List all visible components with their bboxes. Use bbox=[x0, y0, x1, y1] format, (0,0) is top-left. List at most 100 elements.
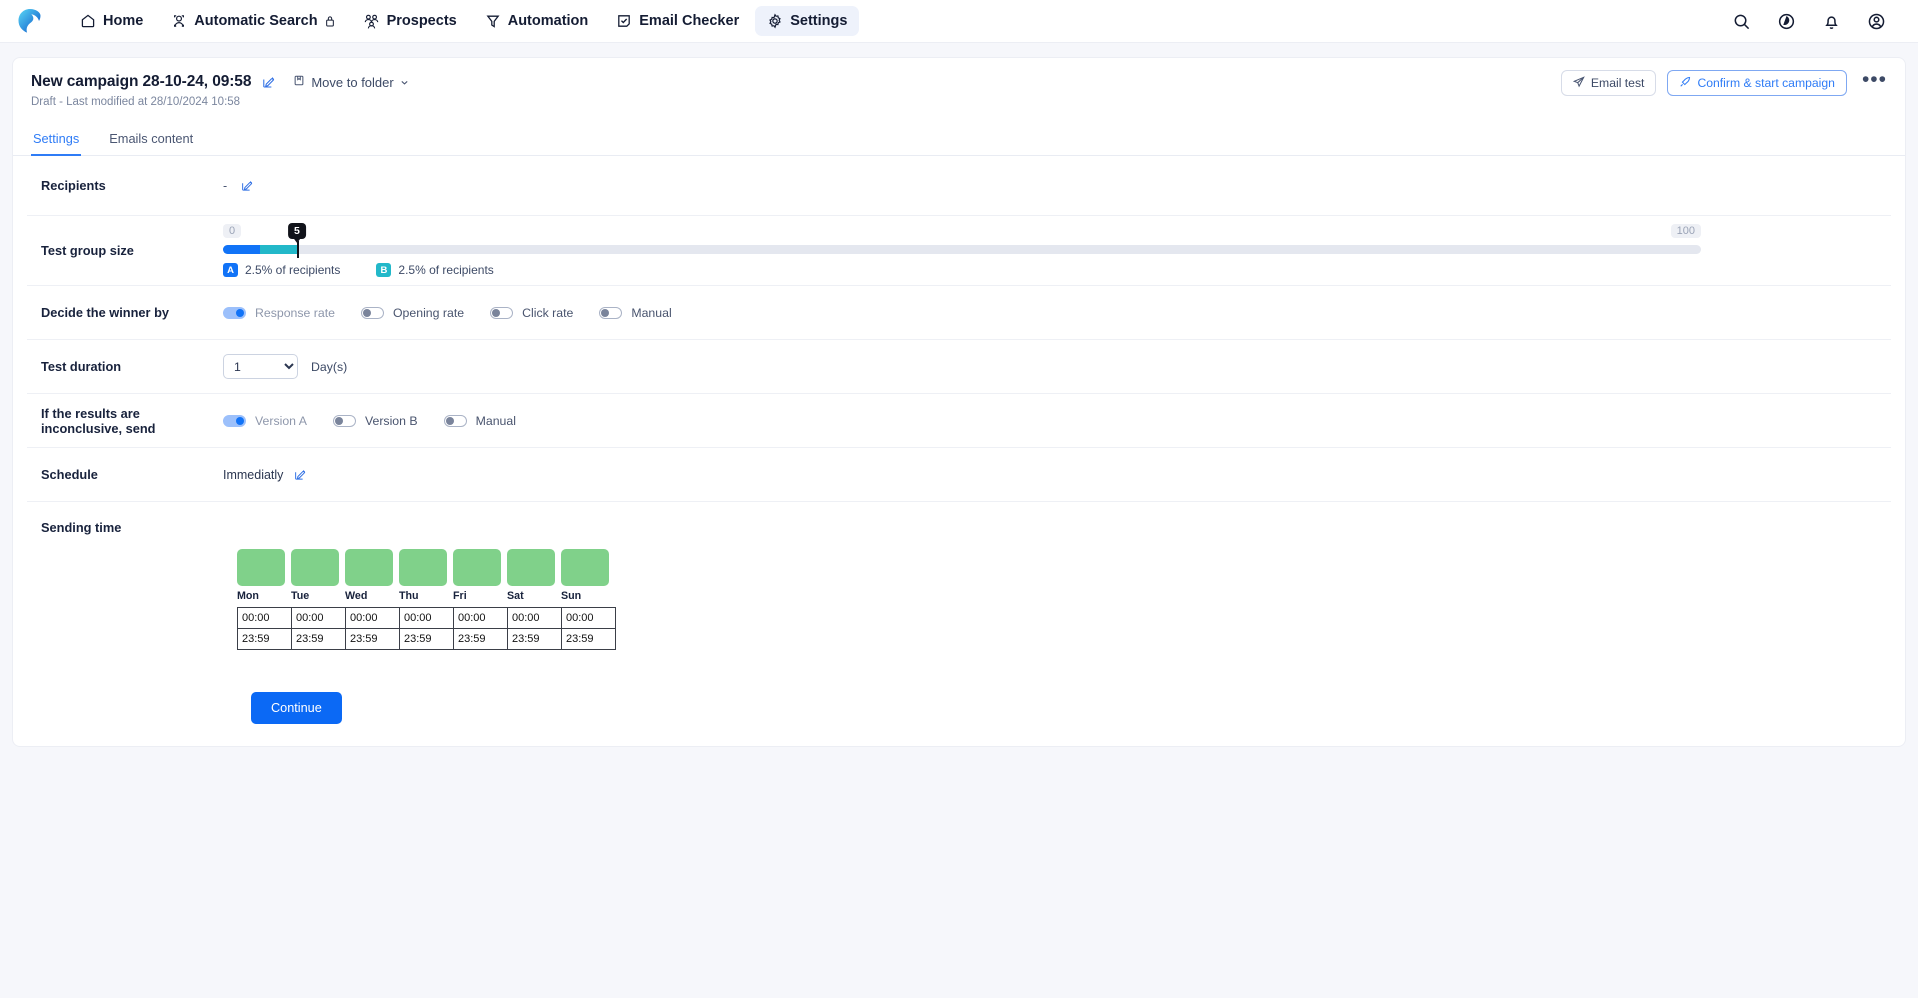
campaign-header: New campaign 28-10-24, 09:58 Move to fol… bbox=[13, 58, 1905, 109]
end-time-fri[interactable] bbox=[454, 629, 507, 649]
move-to-folder-label: Move to folder bbox=[311, 74, 394, 90]
toggle-switch[interactable] bbox=[223, 306, 246, 319]
recipients-label: Recipients bbox=[41, 178, 106, 193]
start-time-thu[interactable] bbox=[400, 608, 453, 628]
row-recipients: Recipients - bbox=[27, 156, 1891, 216]
toggle-manual-winner[interactable]: Manual bbox=[599, 306, 672, 320]
toggle-switch[interactable] bbox=[490, 306, 514, 319]
inconclusive-toggles: Version A Version B Manual bbox=[223, 414, 516, 428]
legend-item-a: A 2.5% of recipients bbox=[223, 263, 340, 277]
start-time-mon[interactable] bbox=[238, 608, 291, 628]
row-decide-winner: Decide the winner by Response rate Openi… bbox=[27, 286, 1891, 340]
day-column: Thu bbox=[399, 549, 447, 602]
row-test-group-size: Test group size 0 100 5 A 2.5% of recipi… bbox=[27, 216, 1891, 286]
continue-button[interactable]: Continue bbox=[251, 692, 342, 724]
end-time-sat[interactable] bbox=[508, 629, 561, 649]
test-group-size-slider[interactable]: 0 100 5 A 2.5% of recipients B 2.5% of r… bbox=[223, 223, 1891, 277]
day-toggle-sun[interactable] bbox=[561, 549, 609, 586]
day-column: Wed bbox=[345, 549, 393, 602]
start-time-tue[interactable] bbox=[292, 608, 345, 628]
nav-item-automatic-search[interactable]: Automatic Search bbox=[159, 6, 346, 36]
lock-icon bbox=[325, 15, 335, 27]
nav-item-automation[interactable]: Automation bbox=[473, 6, 601, 36]
day-toggle-wed[interactable] bbox=[345, 549, 393, 586]
person-search-icon bbox=[171, 13, 187, 29]
navbar-right-actions bbox=[1732, 12, 1894, 31]
sending-time-label: Sending time bbox=[41, 520, 122, 535]
day-name: Thu bbox=[399, 590, 419, 602]
top-navbar: Home Automatic Search Prospects Automati… bbox=[0, 0, 1918, 43]
app-logo-icon[interactable] bbox=[16, 7, 44, 35]
slider-track[interactable] bbox=[223, 241, 1701, 258]
end-time-mon[interactable] bbox=[238, 629, 291, 649]
toggle-switch[interactable] bbox=[599, 306, 623, 319]
nav-item-label: Home bbox=[103, 13, 144, 29]
edit-icon[interactable] bbox=[262, 76, 275, 89]
toggle-switch[interactable] bbox=[332, 414, 356, 427]
legend-item-b: B 2.5% of recipients bbox=[376, 263, 494, 277]
settings-form: Recipients - Test group size 0 100 5 A 2… bbox=[13, 156, 1905, 724]
tab-emails-content[interactable]: Emails content bbox=[107, 125, 195, 156]
bell-icon[interactable] bbox=[1822, 12, 1841, 31]
start-time-wed[interactable] bbox=[346, 608, 399, 628]
start-time-sun[interactable] bbox=[562, 608, 615, 628]
search-icon[interactable] bbox=[1732, 12, 1751, 31]
slider-fill-a bbox=[223, 245, 260, 254]
slider-min-label: 0 bbox=[223, 224, 242, 238]
day-toggle-fri[interactable] bbox=[453, 549, 501, 586]
test-duration-suffix: Day(s) bbox=[311, 359, 348, 374]
decide-winner-toggles: Response rate Opening rate Click rate Ma… bbox=[223, 306, 672, 320]
test-duration-label: Test duration bbox=[41, 359, 122, 374]
toggle-response-rate[interactable]: Response rate bbox=[223, 306, 335, 320]
chevron-down-icon bbox=[400, 75, 409, 90]
toggle-label: Version B bbox=[364, 413, 418, 428]
account-icon[interactable] bbox=[1867, 12, 1886, 31]
tab-label: Settings bbox=[33, 131, 80, 146]
end-time-tue[interactable] bbox=[292, 629, 345, 649]
toggle-version-b[interactable]: Version B bbox=[332, 413, 418, 428]
tab-settings[interactable]: Settings bbox=[31, 125, 82, 156]
start-time-fri[interactable] bbox=[454, 608, 507, 628]
end-time-thu[interactable] bbox=[400, 629, 453, 649]
start-time-sat[interactable] bbox=[508, 608, 561, 628]
day-toggle-tue[interactable] bbox=[291, 549, 339, 586]
end-time-sun[interactable] bbox=[562, 629, 615, 649]
nav-item-home[interactable]: Home bbox=[68, 6, 155, 36]
toggle-label: Version A bbox=[255, 413, 307, 428]
tab-bar: Settings Emails content bbox=[13, 125, 1905, 156]
legend-b-text: 2.5% of recipients bbox=[398, 263, 494, 277]
sending-time-table bbox=[237, 607, 616, 650]
test-group-size-label: Test group size bbox=[41, 243, 134, 258]
toggle-switch[interactable] bbox=[360, 306, 384, 319]
more-horizontal-icon[interactable]: ••• bbox=[1858, 69, 1891, 93]
page-title: New campaign 28-10-24, 09:58 bbox=[31, 73, 252, 90]
day-toggle-thu[interactable] bbox=[399, 549, 447, 586]
home-icon bbox=[80, 13, 96, 29]
toggle-version-a[interactable]: Version A bbox=[223, 414, 307, 428]
move-to-folder-button[interactable]: Move to folder bbox=[293, 74, 408, 90]
recipients-edit-icon[interactable] bbox=[241, 180, 253, 192]
toggle-switch[interactable] bbox=[443, 414, 467, 427]
end-time-wed[interactable] bbox=[346, 629, 399, 649]
toggle-opening-rate[interactable]: Opening rate bbox=[360, 306, 464, 320]
continue-wrap: Continue bbox=[251, 692, 1891, 724]
toggle-click-rate[interactable]: Click rate bbox=[490, 306, 573, 320]
email-test-button[interactable]: Email test bbox=[1560, 70, 1657, 96]
nav-item-email-checker[interactable]: Email Checker bbox=[604, 6, 751, 36]
nav-item-prospects[interactable]: Prospects bbox=[351, 6, 469, 36]
toggle-switch[interactable] bbox=[223, 414, 246, 427]
day-toggle-mon[interactable] bbox=[237, 549, 285, 586]
sending-time-section: Sending time Mon Tue Wed Thu Fri Sat Sun… bbox=[27, 502, 1891, 724]
nav-item-settings[interactable]: Settings bbox=[755, 6, 860, 36]
day-toggle-sat[interactable] bbox=[507, 549, 555, 586]
credits-icon[interactable] bbox=[1777, 12, 1796, 31]
day-column: Fri bbox=[453, 549, 501, 602]
schedule-value: Immediatly bbox=[223, 467, 284, 482]
schedule-edit-icon[interactable] bbox=[294, 469, 306, 481]
gear-icon bbox=[767, 13, 783, 29]
toggle-manual-inconclusive[interactable]: Manual bbox=[443, 414, 516, 428]
confirm-start-campaign-button[interactable]: Confirm & start campaign bbox=[1667, 70, 1847, 96]
slider-handle[interactable] bbox=[296, 241, 299, 258]
paper-plane-icon bbox=[1572, 75, 1585, 91]
test-duration-select[interactable]: 1234567 bbox=[223, 354, 298, 379]
